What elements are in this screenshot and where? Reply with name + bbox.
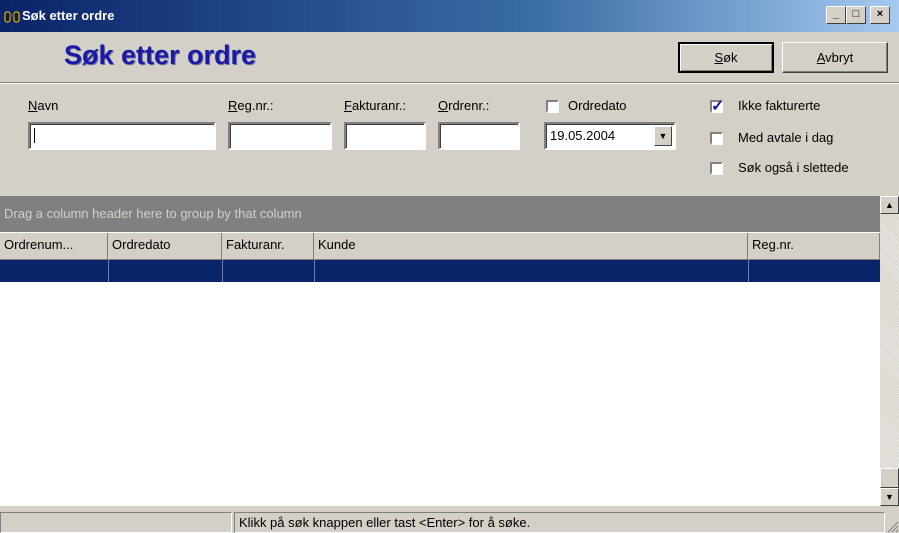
include-deleted-checkbox[interactable] xyxy=(710,162,723,175)
header-panel: Søk etter ordre Søk Avbryt xyxy=(0,32,899,83)
group-by-panel[interactable]: Drag a column header here to group by th… xyxy=(0,196,880,232)
invoice-nr-label: Fakturanr.: xyxy=(344,98,407,113)
appointment-today-checkbox[interactable] xyxy=(710,132,723,145)
close-button[interactable]: × xyxy=(870,6,890,24)
not-invoiced-checkbox[interactable]: ✓ xyxy=(710,98,724,115)
binoculars-icon xyxy=(4,11,20,23)
resize-grip-icon[interactable] xyxy=(885,519,899,533)
column-header-invoice-nr[interactable]: Fakturanr. xyxy=(222,233,314,259)
maximize-button[interactable]: □ xyxy=(846,6,866,24)
grid-header: Ordrenum... Ordredato Fakturanr. Kunde R… xyxy=(0,232,880,260)
order-date-checkbox[interactable] xyxy=(546,100,559,113)
order-date-label: Ordredato xyxy=(568,98,627,113)
column-header-order-number[interactable]: Ordrenum... xyxy=(0,233,108,259)
column-header-customer[interactable]: Kunde xyxy=(314,233,748,259)
status-panel-left xyxy=(0,512,232,533)
checkmark-icon: ✓ xyxy=(711,98,725,115)
include-deleted-label: Søk også i slettede xyxy=(738,160,849,175)
title-bar: Søk etter ordre _ □ × xyxy=(0,0,899,32)
minimize-button[interactable]: _ xyxy=(826,6,846,24)
order-nr-label: Ordrenr.: xyxy=(438,98,490,113)
scroll-up-icon[interactable]: ▲ xyxy=(880,196,899,214)
invoice-nr-input[interactable] xyxy=(344,122,426,150)
scroll-thumb[interactable] xyxy=(880,468,899,488)
reg-nr-input[interactable] xyxy=(228,122,332,150)
column-header-order-date[interactable]: Ordredato xyxy=(108,233,222,259)
page-title: Søk etter ordre xyxy=(64,40,257,70)
vertical-scrollbar[interactable]: ▲ ▼ xyxy=(880,196,899,506)
order-nr-input[interactable] xyxy=(438,122,520,150)
search-button[interactable]: Søk xyxy=(678,42,774,73)
not-invoiced-label: Ikke fakturerte xyxy=(738,98,821,113)
filter-panel: Navn Reg.nr.: Fakturanr.: Ordrenr.: Ordr… xyxy=(0,84,899,196)
results-grid[interactable] xyxy=(0,282,880,506)
window-title: Søk etter ordre xyxy=(22,8,115,23)
status-message: Klikk på søk knappen eller tast <Enter> … xyxy=(234,512,885,533)
column-header-reg-nr[interactable]: Reg.nr. xyxy=(748,233,880,259)
group-hint-text: Drag a column header here to group by th… xyxy=(4,206,302,221)
scroll-down-icon[interactable]: ▼ xyxy=(880,488,899,506)
chevron-down-icon[interactable]: ▼ xyxy=(654,126,672,146)
order-date-picker[interactable]: 19.05.2004 ▼ xyxy=(544,122,676,150)
name-input[interactable] xyxy=(28,122,216,150)
reg-nr-label: Reg.nr.: xyxy=(228,98,274,113)
appointment-today-label: Med avtale i dag xyxy=(738,130,834,145)
selected-row[interactable] xyxy=(0,260,880,282)
status-bar: Klikk på søk knappen eller tast <Enter> … xyxy=(0,510,899,533)
name-label: Navn xyxy=(28,98,59,113)
cancel-button[interactable]: Avbryt xyxy=(782,42,888,73)
search-orders-window: Søk etter ordre _ □ × Søk etter ordre Sø… xyxy=(0,0,899,533)
